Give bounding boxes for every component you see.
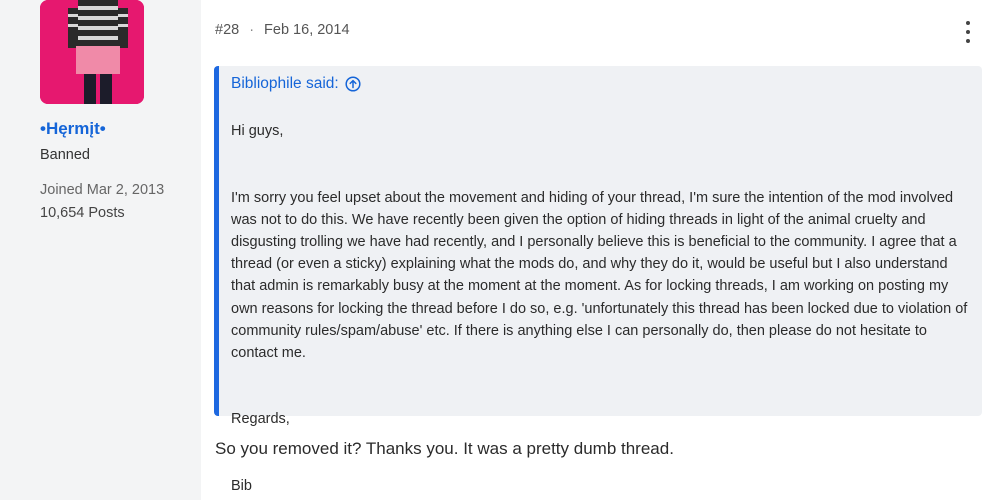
quote-paragraph: Regards, [231,411,290,428]
avatar-image [40,0,144,104]
user-title: Banned [40,147,90,163]
post-number[interactable]: #28 [215,22,239,38]
quote-author[interactable]: Bibliophile said: [231,75,339,93]
post-header: #28 · Feb 16, 2014 [215,22,350,38]
header-separator: · [249,22,255,38]
post-date[interactable]: Feb 16, 2014 [264,22,349,38]
quote-paragraph: I'm sorry you feel upset about the movem… [231,189,968,362]
quote-block: Bibliophile said: Hi guys, I'm sorry you… [214,66,982,494]
post-body: #28 · Feb 16, 2014 Bibliophile said: Hi gu… [201,0,1000,500]
forum-post-page: •Hęrmįt• Banned Joined Mar 2, 2013 10,65… [0,0,1000,500]
quote-attribution[interactable]: Bibliophile said: [231,75,970,93]
user-meta: Joined Mar 2, 2013 10,654 Posts [40,179,164,225]
quote-paragraph: Bib [231,477,252,494]
user-info-column: •Hęrmįt• Banned Joined Mar 2, 2013 10,65… [0,0,200,500]
more-vertical-icon[interactable] [964,21,972,43]
username[interactable]: •Hęrmįt• [40,119,106,139]
post-count: 10,654 Posts [40,205,125,221]
avatar[interactable] [40,0,144,104]
arrow-up-circle-icon[interactable] [345,76,361,92]
joined-date: Joined Mar 2, 2013 [40,182,165,198]
post-message: So you removed it? Thanks you. It was a … [215,439,674,458]
quote-paragraph: Hi guys, [231,123,284,140]
